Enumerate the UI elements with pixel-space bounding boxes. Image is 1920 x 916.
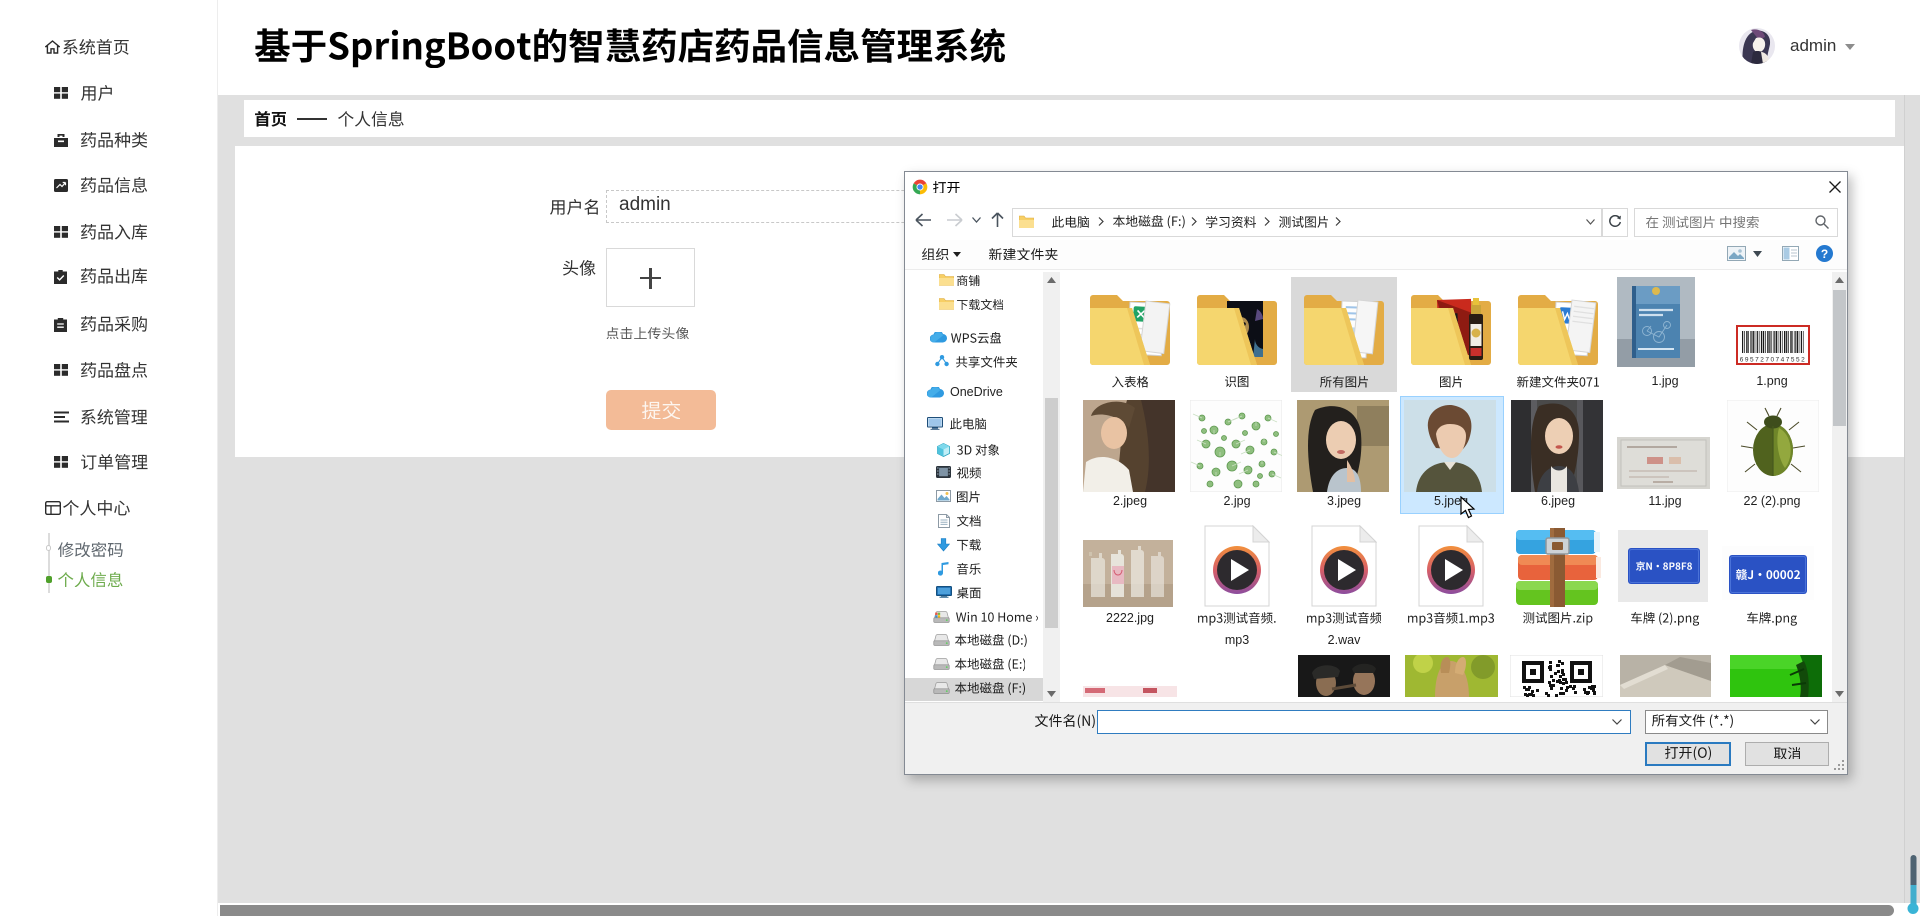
svg-text:6957270747552: 6957270747552 [1740, 357, 1807, 364]
svg-text:?: ? [1821, 247, 1828, 261]
